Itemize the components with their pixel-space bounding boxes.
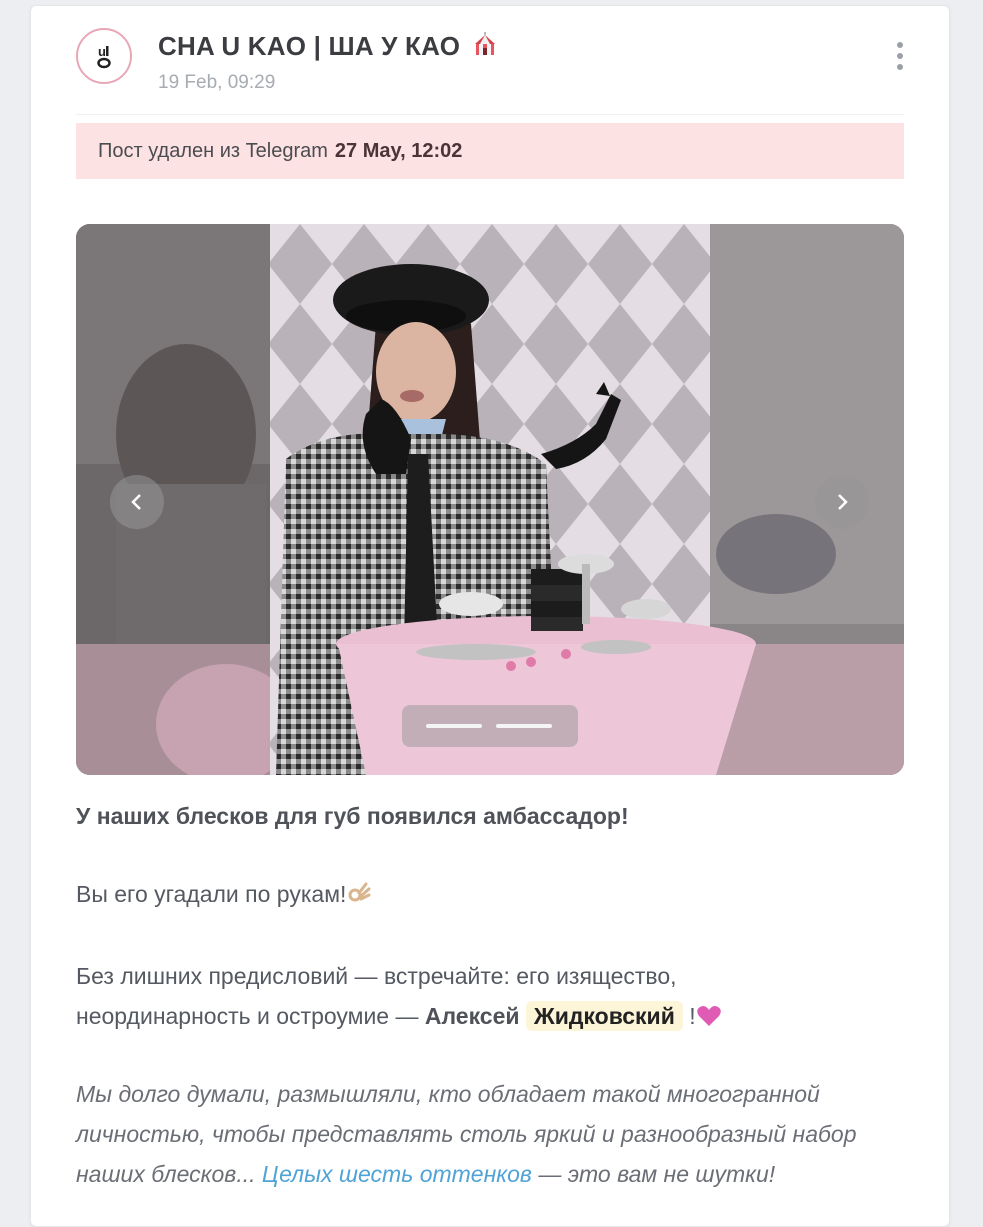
deleted-notice-banner: Пост удален из Telegram 27 May, 12:02 <box>76 123 904 179</box>
post-line-3a: Без лишних предисловий — встречайте: его… <box>76 963 677 989</box>
cha-u-kao-logo-icon: u <box>97 44 111 69</box>
more-vertical-icon <box>897 42 903 48</box>
photo-center <box>270 224 756 775</box>
ambassador-first-name: Алексей <box>424 1003 520 1029</box>
post-card: u CHA U KAO | ША У КАО 19 Feb, 09:29 Пос… <box>30 5 950 1227</box>
deleted-notice-date: 27 May, 12:02 <box>334 139 463 162</box>
post-headline: У наших блесков для губ появился амбасса… <box>76 803 629 829</box>
more-options-button[interactable] <box>887 36 913 76</box>
post-line-2: Вы его угадали по рукам! <box>76 874 916 918</box>
chevron-left-icon <box>131 494 141 510</box>
post-date: 19 Feb, 09:29 <box>158 72 276 93</box>
carousel-dot-1[interactable] <box>426 724 482 728</box>
shades-link[interactable]: Целых шесть оттенков <box>262 1161 532 1187</box>
ambassador-last-name: Жидковский <box>525 1001 683 1031</box>
post-line-3b: неординарность и остроумие — <box>76 1003 419 1029</box>
post-paragraph-4-tail: — это вам не шутки! <box>538 1161 776 1187</box>
post-line-2-text: Вы его угадали по рукам! <box>76 881 347 907</box>
post-paragraph-3: Без лишних предисловий — встречайте: его… <box>76 956 916 1040</box>
carousel-prev-button[interactable] <box>110 475 164 529</box>
chevron-right-icon <box>838 494 848 510</box>
channel-avatar[interactable]: u <box>76 28 132 84</box>
post-paragraph-4: Мы долго думали, размышляли, кто обладае… <box>76 1074 916 1194</box>
channel-name[interactable]: CHA U KAO | ША У КАО <box>158 31 460 61</box>
media-carousel[interactable] <box>76 224 904 775</box>
carousel-dot-2[interactable] <box>496 724 552 728</box>
circus-tent-icon <box>472 32 498 65</box>
post-photo <box>76 224 904 775</box>
channel-title[interactable]: CHA U KAO | ША У КАО <box>158 31 498 65</box>
svg-text:u: u <box>98 44 106 59</box>
carousel-indicator <box>402 705 578 747</box>
deleted-notice-text: Пост удален из Telegram <box>98 139 328 162</box>
header-divider <box>76 114 904 115</box>
ok-hand-icon <box>346 878 372 918</box>
pink-heart-icon <box>696 1000 722 1040</box>
carousel-next-button[interactable] <box>815 475 869 529</box>
